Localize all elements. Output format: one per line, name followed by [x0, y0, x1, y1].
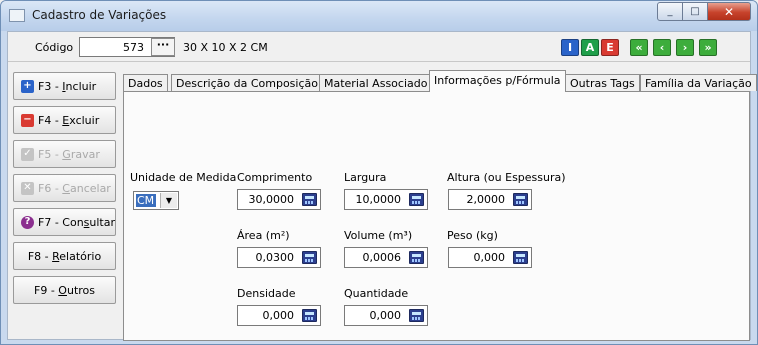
client-area: Código 573 ··· 30 X 10 X 2 CM I A E « ‹ …	[7, 31, 757, 341]
cancelar-label: F6 - Cancelar	[38, 181, 111, 195]
comprimento-label: Comprimento	[237, 171, 313, 184]
incluir-button[interactable]: + F3 - Incluir	[13, 72, 116, 100]
tab-familia-variacao[interactable]: Família da Variação	[640, 74, 757, 91]
consultar-label: F7 - Consultar	[38, 215, 116, 229]
tab-descricao-composicao[interactable]: Descrição da Composição	[171, 74, 323, 91]
relatorio-button[interactable]: F8 - Relatório	[13, 242, 116, 270]
area-label: Área (m²)	[237, 229, 290, 242]
unidade-select[interactable]: CM ▼	[133, 191, 179, 210]
tab-outras-tags[interactable]: Outras Tags	[565, 74, 640, 91]
volume-value: 0,0006	[362, 251, 402, 264]
area-value: 0,0300	[255, 251, 295, 264]
calculator-icon[interactable]	[409, 193, 424, 206]
altura-value: 2,0000	[466, 193, 506, 206]
check-icon: ✓	[21, 147, 34, 161]
tab-strip: Dados Descrição da Composição Material A…	[123, 70, 757, 92]
minimize-button[interactable]: _	[657, 2, 683, 21]
gravar-label: F5 - Gravar	[38, 147, 100, 161]
nav-first-button[interactable]: «	[630, 39, 648, 56]
window-title: Cadastro de Variações	[32, 8, 167, 22]
code-value: 573	[123, 41, 144, 54]
quantidade-value: 0,000	[369, 309, 402, 322]
nav-last-button[interactable]: »	[699, 39, 717, 56]
code-lookup-button[interactable]: ···	[151, 38, 175, 56]
comprimento-value: 30,0000	[248, 193, 295, 206]
calculator-icon[interactable]	[409, 309, 424, 322]
nav-next-button[interactable]: ›	[676, 39, 694, 56]
maximize-button[interactable]: □	[682, 2, 708, 21]
mode-insert-button[interactable]: I	[561, 39, 579, 56]
excluir-button[interactable]: − F4 - Excluir	[13, 106, 116, 134]
chevron-down-icon: ▼	[160, 193, 177, 208]
close-icon: ✕	[723, 4, 735, 19]
peso-label: Peso (kg)	[447, 229, 498, 242]
window-icon	[9, 9, 25, 22]
calculator-icon[interactable]	[302, 251, 317, 264]
unidade-label: Unidade de Medida	[130, 171, 237, 184]
calculator-icon[interactable]	[409, 251, 424, 264]
nav-prev-button[interactable]: ‹	[653, 39, 671, 56]
maximize-icon: □	[690, 6, 700, 17]
mode-delete-button[interactable]: E	[601, 39, 619, 56]
calculator-icon[interactable]	[302, 193, 317, 206]
close-button[interactable]: ✕	[707, 2, 751, 21]
plus-icon: +	[21, 79, 34, 93]
densidade-value: 0,000	[262, 309, 295, 322]
quantidade-label: Quantidade	[344, 287, 409, 300]
main-window: Cadastro de Variações _ □ ✕ Código 573 ·…	[0, 0, 758, 345]
gravar-button[interactable]: ✓ F5 - Gravar	[13, 140, 116, 168]
peso-value: 0,000	[473, 251, 506, 264]
code-label: Código	[35, 41, 74, 54]
calculator-icon[interactable]	[302, 309, 317, 322]
altura-label: Altura (ou Espessura)	[447, 171, 566, 184]
tab-dados[interactable]: Dados	[123, 74, 168, 91]
calculator-icon[interactable]	[513, 251, 528, 264]
largura-label: Largura	[344, 171, 387, 184]
calculator-icon[interactable]	[513, 193, 528, 206]
tab-material-associado[interactable]: Material Associado	[319, 74, 433, 91]
cancelar-button[interactable]: ✕ F6 - Cancelar	[13, 174, 116, 202]
help-icon: ?	[21, 215, 34, 229]
unidade-value: CM	[136, 194, 156, 207]
mode-alter-button[interactable]: A	[581, 39, 599, 56]
largura-value: 10,0000	[355, 193, 402, 206]
excluir-label: F4 - Excluir	[38, 113, 100, 127]
minus-icon: −	[21, 113, 34, 127]
densidade-label: Densidade	[237, 287, 296, 300]
title-bar[interactable]: Cadastro de Variações _ □ ✕	[1, 1, 757, 31]
tab-informacoes-formula[interactable]: Informações p/Fórmula	[429, 70, 566, 92]
consultar-button[interactable]: ? F7 - Consultar	[13, 208, 116, 236]
formula-panel: Unidade de Medida CM ▼ Comprimento 30,00…	[123, 91, 750, 341]
code-bar: Código 573 ··· 30 X 10 X 2 CM I A E « ‹ …	[8, 32, 750, 62]
outros-button[interactable]: F9 - Outros	[13, 276, 116, 304]
incluir-label: F3 - Incluir	[38, 79, 97, 93]
minimize-icon: _	[667, 6, 673, 17]
relatorio-label: F8 - Relatório	[27, 249, 102, 263]
cancel-icon: ✕	[21, 181, 34, 195]
outros-label: F9 - Outros	[34, 283, 95, 297]
code-description: 30 X 10 X 2 CM	[183, 41, 268, 54]
volume-label: Volume (m³)	[344, 229, 413, 242]
